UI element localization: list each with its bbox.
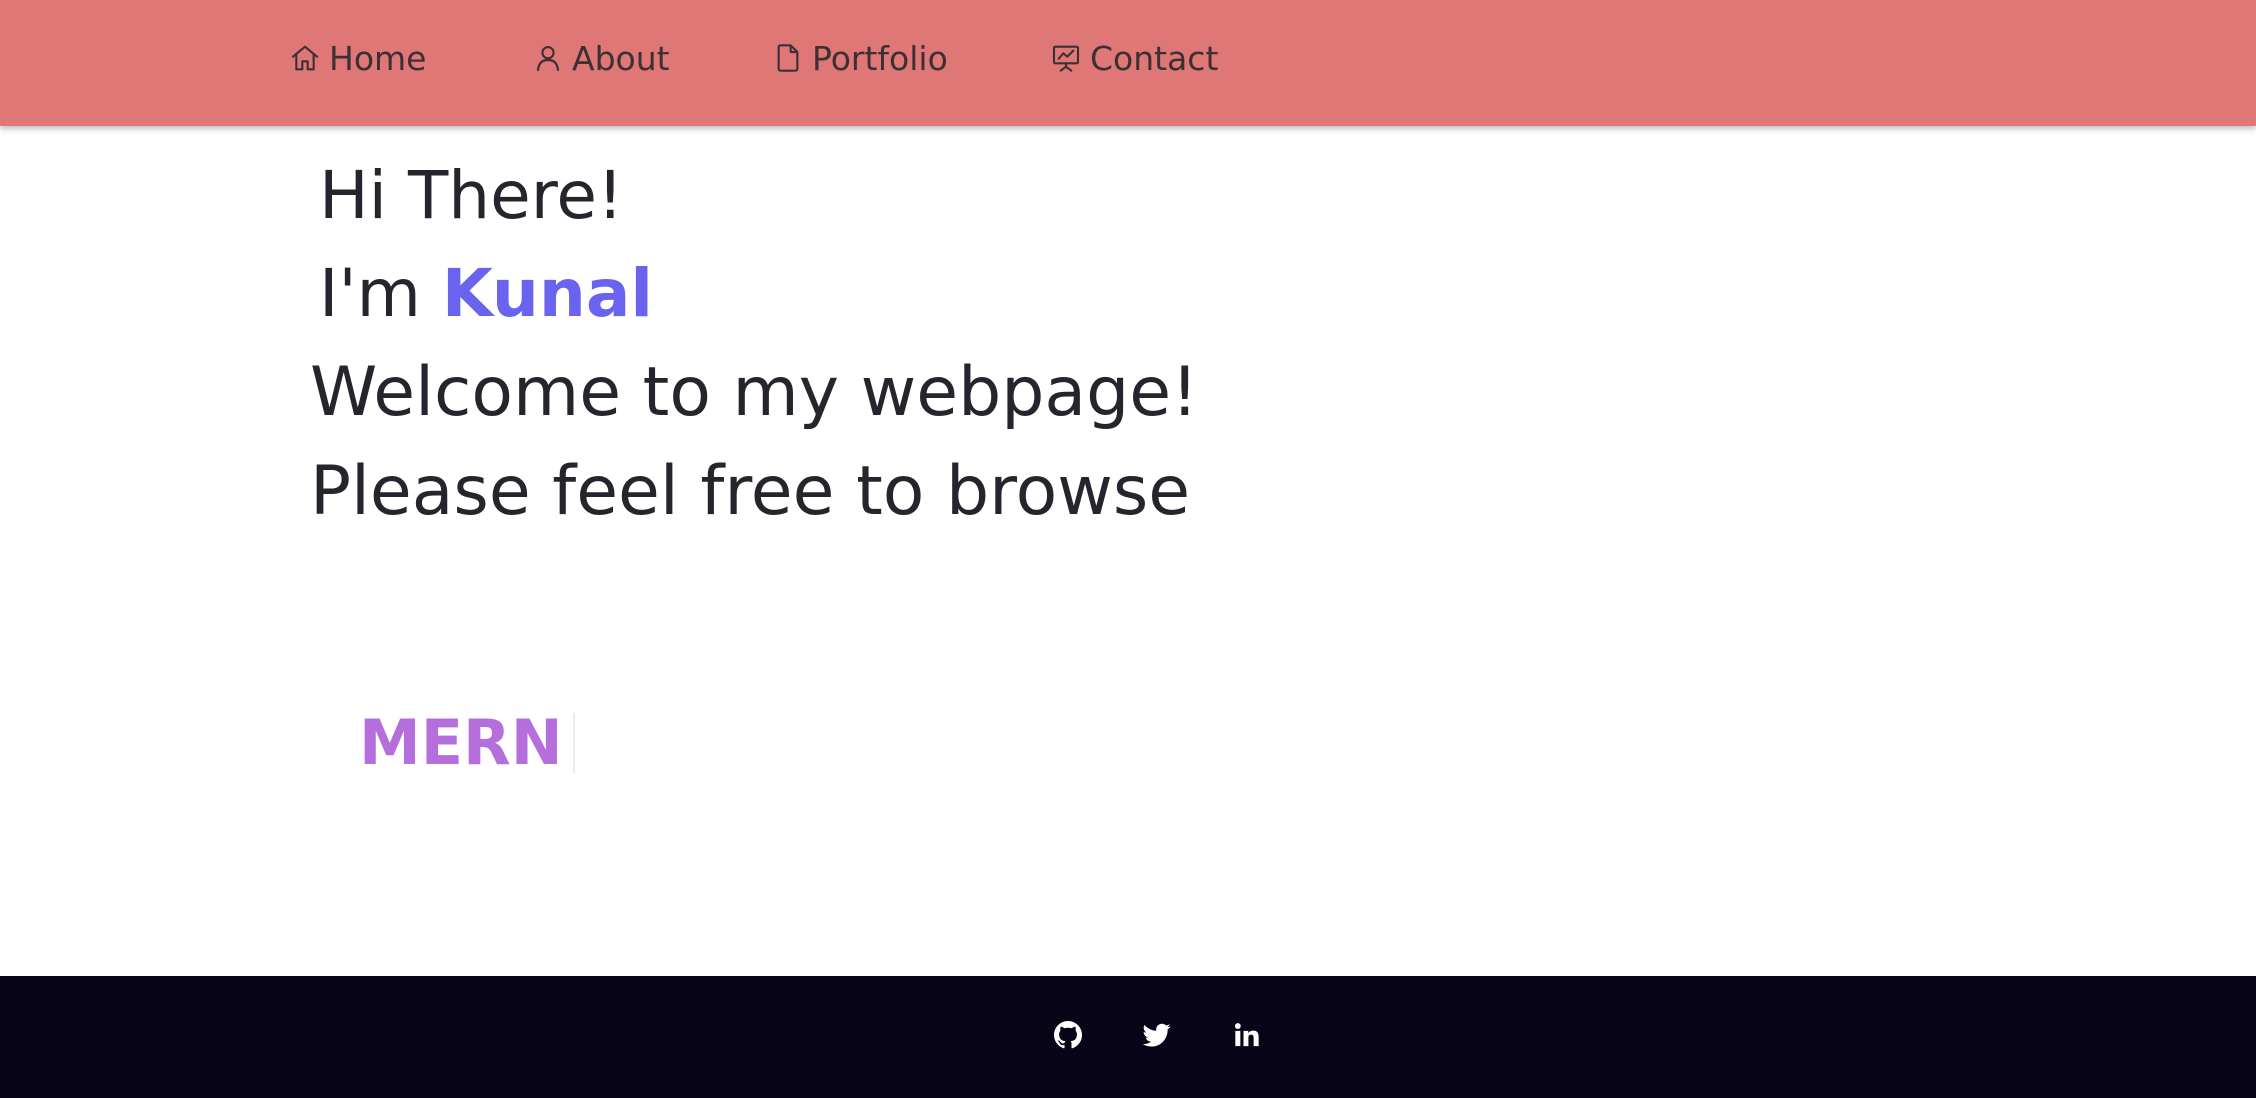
user-icon bbox=[536, 46, 560, 72]
nav-item-contact[interactable]: Contact bbox=[1050, 36, 1218, 80]
linkedin-link[interactable] bbox=[1232, 1020, 1262, 1050]
twitter-link[interactable] bbox=[1142, 1020, 1172, 1050]
twitter-icon bbox=[1143, 1023, 1171, 1047]
hero-browse-text: Please feel free to browse bbox=[310, 452, 1191, 531]
nav-item-home[interactable]: Home bbox=[289, 36, 426, 80]
navbar: Home About Portfolio Contact bbox=[0, 0, 2256, 126]
hero-intro-prefix: I'm bbox=[319, 255, 421, 332]
typewriter-text: MERN bbox=[359, 706, 563, 779]
presentation-chart-icon bbox=[1052, 45, 1080, 72]
nav-item-label: Portfolio bbox=[812, 38, 948, 78]
nav-item-label: Home bbox=[329, 38, 427, 78]
hero-greeting: Hi There! bbox=[319, 157, 624, 234]
typewriter-cursor bbox=[572, 713, 575, 773]
nav-item-label: Contact bbox=[1090, 38, 1219, 78]
github-link[interactable] bbox=[1053, 1020, 1083, 1050]
home-icon bbox=[291, 45, 319, 71]
github-icon bbox=[1054, 1021, 1082, 1049]
hero-welcome-text: Welcome to my webpage! bbox=[310, 353, 1199, 432]
nav-item-label: About bbox=[572, 38, 670, 78]
footer bbox=[0, 976, 2256, 1098]
hero-intro: I'm Kunal bbox=[319, 261, 653, 327]
nav-item-about[interactable]: About bbox=[532, 36, 670, 80]
linkedin-icon bbox=[1234, 1023, 1259, 1047]
nav-item-portfolio[interactable]: Portfolio bbox=[772, 36, 948, 80]
typewriter: MERN bbox=[359, 710, 575, 776]
document-icon bbox=[777, 44, 799, 72]
hero-name: Kunal bbox=[441, 255, 654, 332]
